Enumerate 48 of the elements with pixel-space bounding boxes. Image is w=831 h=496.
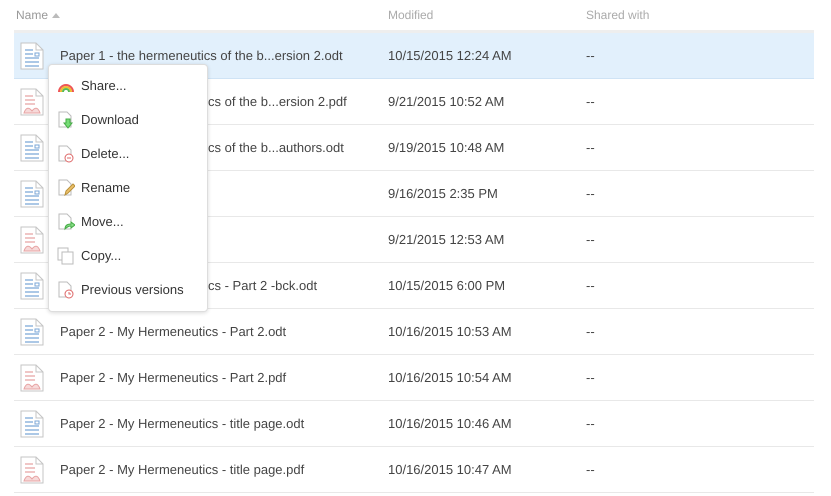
- modified-date: 10/16/2015 10:46 AM: [388, 416, 512, 431]
- document-icon: [20, 180, 44, 208]
- document-icon: [20, 318, 44, 346]
- delete-icon: [57, 145, 75, 163]
- file-name: Paper 2 - My Hermeneutics - Part 2.odt: [60, 324, 286, 338]
- shared-with: --: [586, 186, 595, 201]
- modified-date: 9/21/2015 10:52 AM: [388, 94, 504, 109]
- shared-with: --: [586, 140, 595, 155]
- shared-with: --: [586, 94, 595, 109]
- modified-date: 10/16/2015 10:47 AM: [388, 462, 512, 477]
- modified-date: 10/16/2015 10:54 AM: [388, 370, 512, 385]
- pencil-icon: [57, 179, 75, 197]
- pdf-file-icon: [20, 364, 44, 392]
- pdf-file-icon: [20, 226, 44, 254]
- menu-item[interactable]: Previous versions: [49, 273, 207, 307]
- file-name: Paper 1 - the hermeneutics of the b...ersion 2.odt: [60, 48, 343, 62]
- document-icon: [20, 42, 44, 70]
- shared-with: --: [586, 370, 595, 385]
- download-icon: [57, 111, 75, 129]
- document-icon: [20, 272, 44, 300]
- pdf-file-icon: [20, 456, 44, 484]
- move-icon: [57, 213, 75, 231]
- modified-date: 9/16/2015 2:35 PM: [388, 186, 498, 201]
- shared-with: --: [586, 48, 595, 63]
- file-name: Paper 2 - My Hermeneutics - title page.odt: [60, 416, 304, 430]
- shared-with: --: [586, 462, 595, 477]
- shared-with: --: [586, 416, 595, 431]
- document-icon: [20, 410, 44, 438]
- modified-date: 9/21/2015 12:53 AM: [388, 232, 504, 247]
- file-name: cs of the b...authors.odt: [208, 140, 344, 154]
- file-name: Paper 2 - My Hermeneutics - title page.pdf: [60, 462, 304, 476]
- shared-with: --: [586, 324, 595, 339]
- pdf-file-icon: [20, 88, 44, 116]
- modified-date: 10/15/2015 6:00 PM: [388, 278, 506, 293]
- shared-with: --: [586, 278, 595, 293]
- file-name: cs of the b...ersion 2.pdf: [208, 94, 347, 108]
- history-icon: [57, 281, 75, 299]
- shared-with: --: [586, 232, 595, 247]
- file-name: cs - Part 2 -bck.odt: [208, 278, 318, 292]
- modified-date: 10/16/2015 10:53 AM: [388, 324, 512, 339]
- menu-item[interactable]: Delete...: [49, 137, 207, 171]
- file-row[interactable]: Paper 1 - the hermeneutics of the b...ersion 2.odt 10/15/2015 12:24 AM --: [14, 33, 814, 79]
- file-name: Paper 2 - My Hermeneutics - Part 2.pdf: [60, 370, 286, 384]
- modified-date: 9/19/2015 10:48 AM: [388, 140, 504, 155]
- document-icon: [20, 134, 44, 162]
- modified-date: 10/15/2015 12:24 AM: [388, 48, 512, 63]
- menu-item[interactable]: Rename: [49, 171, 207, 205]
- copy-icon: [57, 247, 75, 265]
